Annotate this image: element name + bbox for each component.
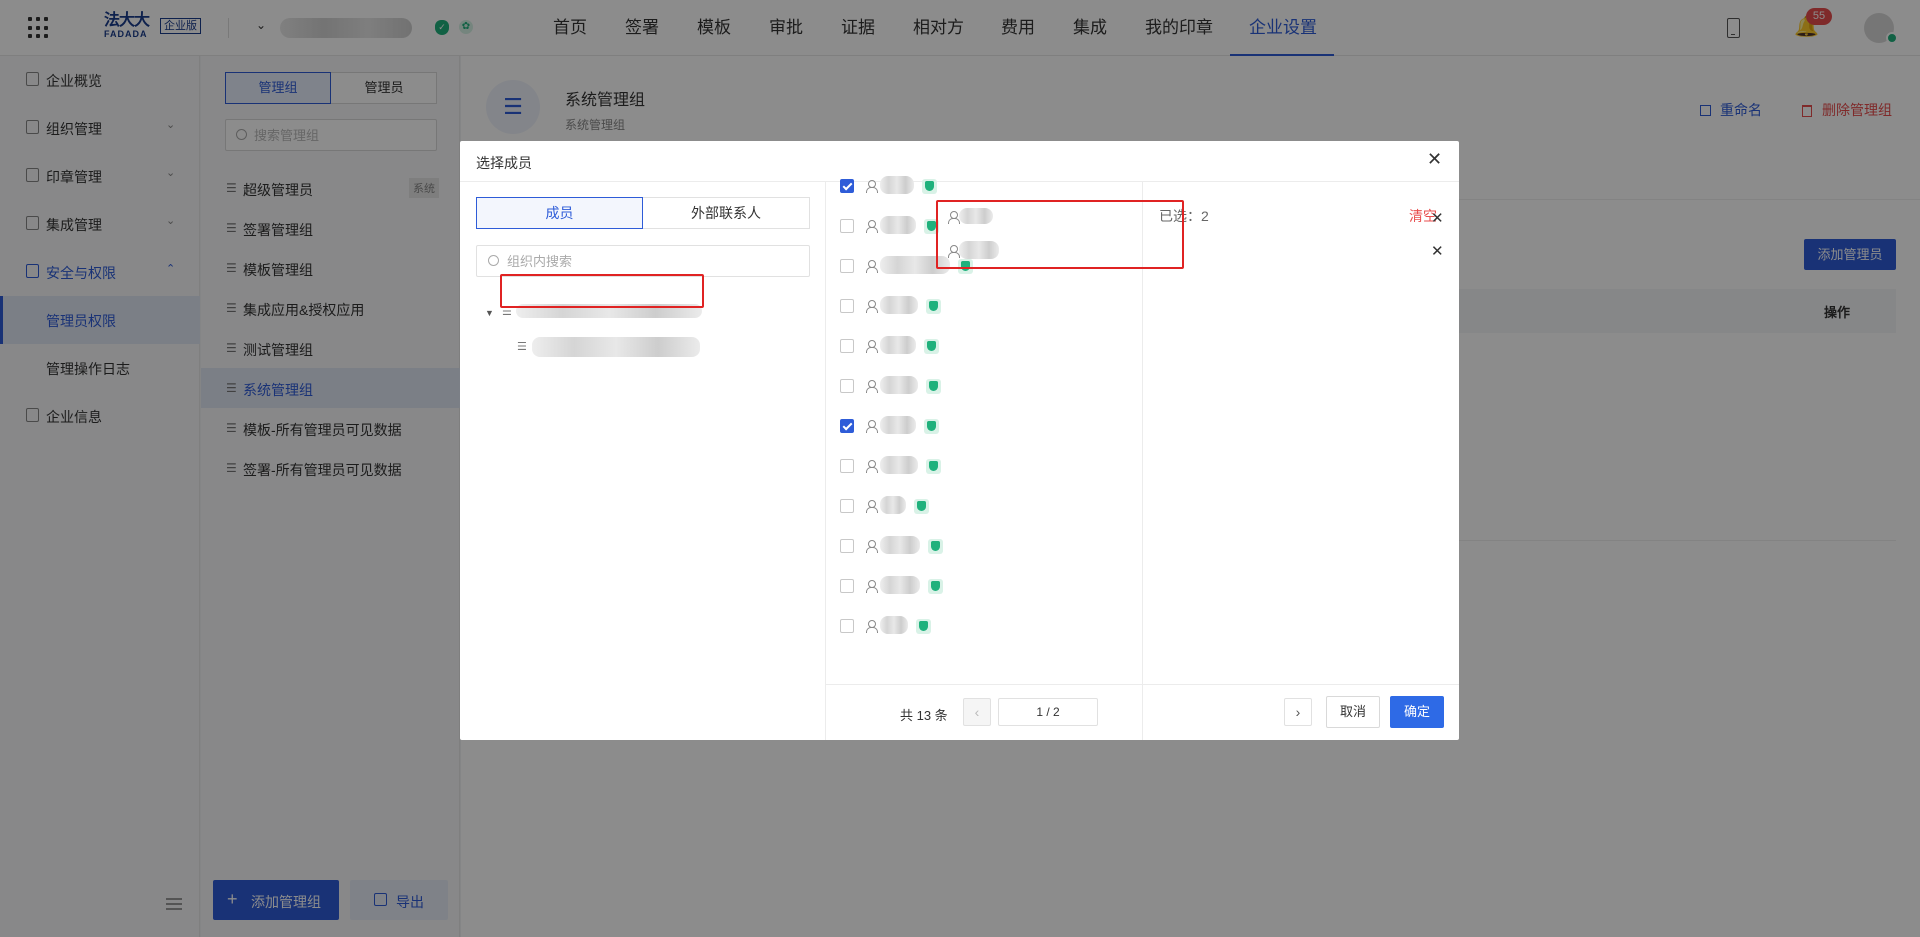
page-indicator[interactable]: 1 / 2 [998, 698, 1098, 726]
confirm-button[interactable]: 确定 [1390, 696, 1444, 728]
user-icon [866, 180, 878, 193]
member-name-redacted[interactable] [880, 616, 908, 634]
prev-page-button[interactable]: ‹ [963, 698, 991, 726]
verified-badge-icon [922, 179, 937, 194]
member-checkbox[interactable] [840, 619, 854, 633]
user-icon [866, 500, 878, 513]
org-department-name-redacted[interactable] [532, 337, 700, 357]
cancel-button[interactable]: 取消 [1326, 696, 1380, 728]
user-icon [866, 540, 878, 553]
user-icon [866, 340, 878, 353]
verified-badge-icon [926, 459, 941, 474]
remove-selected-icon[interactable]: ✕ [1431, 244, 1444, 259]
member-name-redacted[interactable] [880, 576, 920, 594]
select-members-dialog: 选择成员 ✕ 成员 外部联系人 ▼ ☰ ☰ 共 13 条 ‹ 1 / 2 › 已… [460, 141, 1459, 740]
member-checkbox[interactable] [840, 179, 854, 193]
member-checkbox[interactable] [840, 339, 854, 353]
close-icon[interactable]: ✕ [1427, 150, 1442, 168]
pagination-total: 共 13 条 [900, 708, 948, 723]
column-divider [825, 182, 826, 740]
divider [460, 181, 1459, 182]
member-checkbox[interactable] [840, 419, 854, 433]
member-name-redacted[interactable] [880, 296, 918, 314]
user-icon [866, 380, 878, 393]
org-tree-icon: ☰ [517, 341, 527, 353]
member-checkbox[interactable] [840, 379, 854, 393]
org-search-input[interactable] [507, 252, 797, 270]
tab-external-contacts[interactable]: 外部联系人 [643, 197, 810, 229]
tab-members[interactable]: 成员 [476, 197, 643, 229]
dialog-title: 选择成员 [476, 155, 532, 171]
member-name-redacted[interactable] [880, 176, 914, 194]
user-icon [866, 460, 878, 473]
member-name-redacted[interactable] [880, 536, 920, 554]
verified-badge-icon [926, 299, 941, 314]
user-icon [866, 620, 878, 633]
next-page-button[interactable]: › [1284, 698, 1312, 726]
highlight-box [936, 200, 1184, 269]
verified-badge-icon [924, 419, 939, 434]
member-checkbox[interactable] [840, 459, 854, 473]
member-checkbox[interactable] [840, 499, 854, 513]
divider [825, 684, 1459, 685]
caret-down-icon[interactable]: ▼ [485, 308, 494, 318]
verified-badge-icon [928, 579, 943, 594]
verified-badge-icon [914, 499, 929, 514]
member-name-redacted[interactable] [880, 456, 918, 474]
member-checkbox[interactable] [840, 579, 854, 593]
member-name-redacted[interactable] [880, 216, 916, 234]
user-icon [866, 220, 878, 233]
member-checkbox[interactable] [840, 539, 854, 553]
user-icon [866, 580, 878, 593]
member-name-redacted[interactable] [880, 416, 916, 434]
user-icon [866, 260, 878, 273]
member-name-redacted[interactable] [880, 336, 916, 354]
verified-badge-icon [926, 379, 941, 394]
member-checkbox[interactable] [840, 259, 854, 273]
org-search-box [476, 245, 810, 277]
highlight-box [500, 274, 704, 308]
member-checkbox[interactable] [840, 219, 854, 233]
member-name-redacted[interactable] [880, 496, 906, 514]
search-icon [488, 255, 499, 266]
verified-badge-icon [928, 539, 943, 554]
user-icon [866, 420, 878, 433]
remove-selected-icon[interactable]: ✕ [1431, 211, 1444, 226]
user-icon [866, 300, 878, 313]
verified-badge-icon [916, 619, 931, 634]
member-checkbox[interactable] [840, 299, 854, 313]
verified-badge-icon [924, 339, 939, 354]
member-name-redacted[interactable] [880, 376, 918, 394]
